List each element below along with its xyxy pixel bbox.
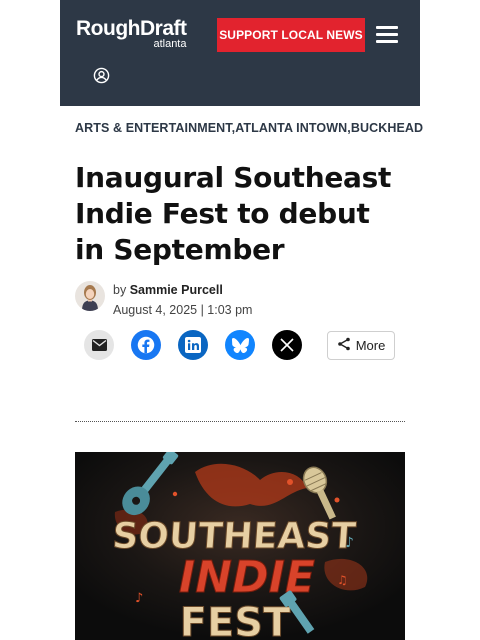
category-link-arts-entertainment[interactable]: ARTS & ENTERTAINMENT [75,121,232,135]
linkedin-icon [185,337,201,353]
share-email-button[interactable] [84,330,114,360]
hamburger-menu-icon[interactable] [376,26,398,44]
poster-title-line2: INDIE [179,552,315,603]
share-bluesky-button[interactable] [225,330,255,360]
facebook-icon [137,336,155,354]
logo-subtitle: atlanta [153,38,187,50]
user-account-icon[interactable] [93,67,110,84]
byline: by Sammie Purcell [113,283,223,297]
site-header: RoughDraft atlanta SUPPORT LOCAL NEWS [60,0,420,106]
svg-text:♪: ♪ [135,591,143,606]
publish-date: August 4, 2025 | 1:03 pm [113,303,253,317]
hero-image[interactable]: ♪ ♪ ♫ SOUTHEAST INDIE FEST [75,452,405,640]
site-logo[interactable]: RoughDraft atlanta [76,17,187,50]
share-more-button[interactable]: More [327,331,395,360]
email-icon [91,339,107,351]
author-name-link[interactable]: Sammie Purcell [130,283,223,297]
section-divider [75,421,405,422]
support-local-news-button[interactable]: SUPPORT LOCAL NEWS [217,18,365,52]
article-page: RoughDraft atlanta SUPPORT LOCAL NEWS AR… [60,0,423,640]
author-avatar[interactable] [75,281,105,311]
share-facebook-button[interactable] [131,330,161,360]
article-title: Inaugural Southeast Indie Fest to debut … [75,161,392,266]
bluesky-icon [231,337,249,353]
logo-wordmark: RoughDraft [76,17,187,40]
share-icon [337,337,351,354]
poster-title-line3: FEST [180,600,291,640]
byline-prefix: by [113,283,127,297]
poster-title-line1: SOUTHEAST [111,516,358,557]
x-icon [280,338,294,352]
category-links: ARTS & ENTERTAINMENT,ATLANTA INTOWN,BUCK… [75,121,423,135]
share-more-label: More [355,338,386,353]
share-linkedin-button[interactable] [178,330,208,360]
category-link-buckhead[interactable]: BUCKHEAD [351,121,423,135]
share-x-button[interactable] [272,330,302,360]
svg-text:♫: ♫ [337,573,348,587]
category-link-atlanta-intown[interactable]: ATLANTA INTOWN [235,121,347,135]
